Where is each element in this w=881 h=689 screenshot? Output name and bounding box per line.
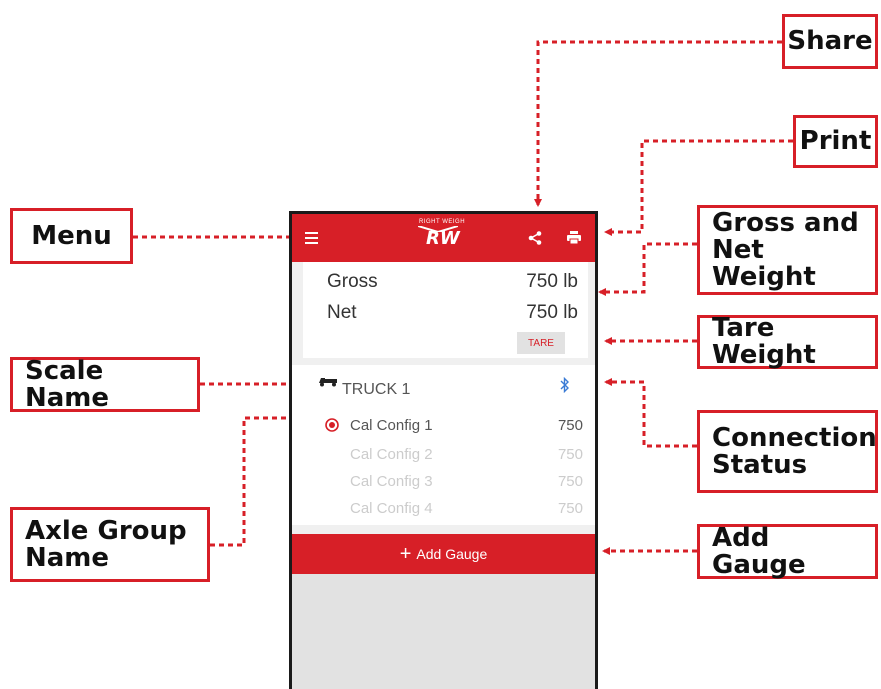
menu-icon[interactable] — [305, 232, 318, 244]
axle-group-name[interactable]: Cal Config 3 — [350, 473, 433, 490]
add-gauge-callout: Add Gauge — [697, 524, 878, 579]
axle-group-name[interactable]: Cal Config 4 — [350, 500, 433, 517]
axle-connector — [210, 414, 298, 547]
gross-net-callout-line1: Gross and — [712, 207, 859, 238]
app-bar: RIGHT WEIGH RW — [292, 214, 595, 262]
add-gauge-callout-label: Add Gauge — [712, 522, 806, 580]
gross-net-callout: Gross and Net Weight — [697, 205, 878, 295]
gross-net-connector — [598, 242, 697, 296]
axle-group-value: 750 — [557, 500, 583, 517]
empty-gauge-area — [292, 574, 595, 689]
scale-name[interactable]: TRUCK 1 — [342, 381, 410, 399]
tare-button[interactable]: TARE — [517, 332, 565, 354]
bluetooth-icon — [560, 377, 569, 393]
connection-callout-line1: Connection — [712, 422, 877, 453]
menu-callout: Menu — [10, 208, 133, 264]
tare-callout-label: Tare Weight — [712, 313, 816, 370]
plus-icon: + — [399, 543, 412, 565]
phone-screen: RIGHT WEIGH RW Gross 750 lb Net 750 lb T… — [289, 211, 598, 689]
gross-value: 750 lb — [526, 271, 578, 292]
axle-callout: Axle Group Name — [10, 507, 210, 582]
print-callout-label: Print — [799, 126, 872, 156]
radio-selected-icon[interactable] — [325, 418, 339, 432]
logo-mark: RW — [426, 228, 460, 249]
share-icon[interactable] — [528, 231, 542, 245]
share-callout: Share — [782, 14, 878, 69]
axle-group-value: 750 — [557, 446, 583, 463]
share-callout-label: Share — [787, 26, 873, 56]
share-connector — [534, 40, 782, 207]
net-label: Net — [327, 302, 357, 323]
print-callout: Print — [793, 115, 878, 168]
menu-callout-label: Menu — [31, 220, 112, 251]
axle-group-value: 750 — [557, 417, 583, 434]
print-icon[interactable] — [567, 231, 581, 245]
axle-callout-line1: Axle Group — [25, 515, 187, 546]
scale-name-callout: Scale Name — [10, 357, 200, 412]
truck-icon — [319, 378, 337, 387]
connection-callout: Connection Status — [697, 410, 878, 493]
logo-text: RIGHT WEIGH — [419, 219, 466, 225]
connection-callout-line2: Status — [712, 449, 808, 480]
connection-connector — [604, 378, 697, 448]
gross-net-callout-line2: Net Weight — [712, 234, 816, 292]
axle-group-name[interactable]: Cal Config 2 — [350, 446, 433, 463]
axle-callout-line2: Name — [25, 542, 110, 573]
axle-group-value: 750 — [557, 473, 583, 490]
add-gauge-button[interactable]: + Add Gauge — [292, 534, 595, 574]
weights-panel: Gross 750 lb Net 750 lb TARE — [303, 262, 588, 358]
axle-group-name[interactable]: Cal Config 1 — [350, 417, 433, 434]
gross-label: Gross — [327, 271, 378, 292]
scale-card: TRUCK 1 Cal Config 1 750 Cal Config 2 75… — [292, 365, 595, 525]
net-value: 750 lb — [526, 302, 578, 323]
tare-callout: Tare Weight — [697, 315, 878, 369]
scale-name-callout-label: Scale Name — [25, 355, 110, 413]
add-gauge-label: Add Gauge — [416, 546, 488, 562]
